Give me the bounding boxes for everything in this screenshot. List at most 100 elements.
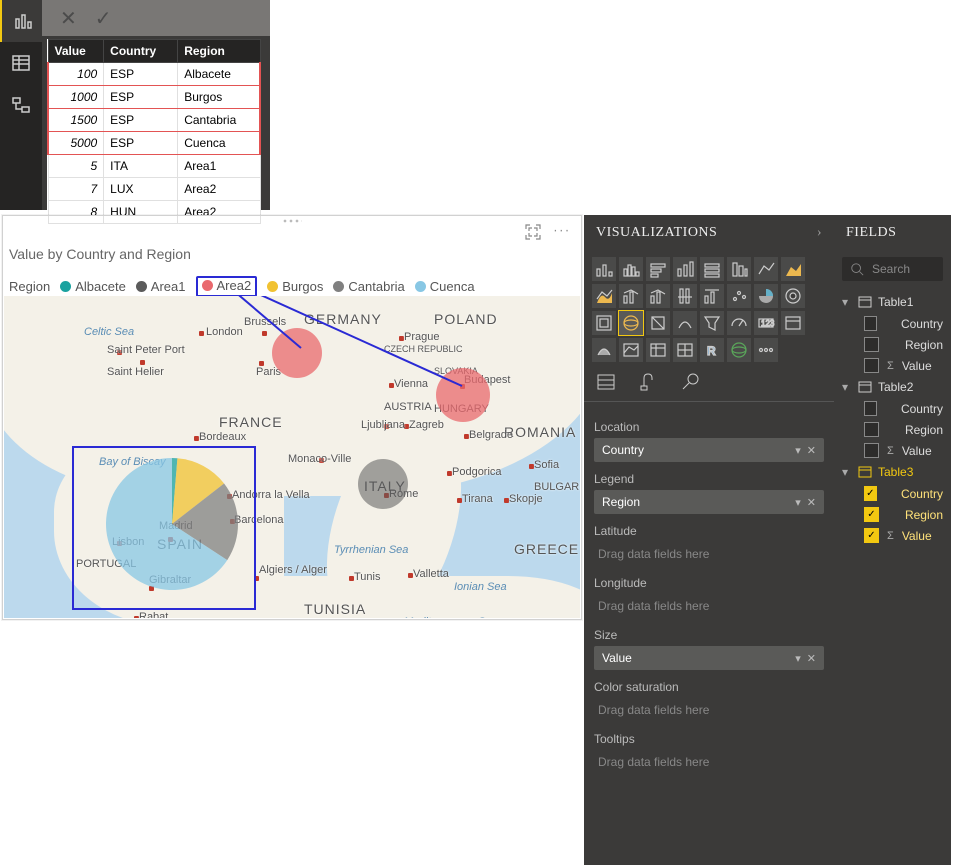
viz-type-chip[interactable] xyxy=(700,284,724,308)
focus-mode-icon[interactable] xyxy=(525,224,541,240)
field-item[interactable]: ✓Region xyxy=(838,504,947,525)
legend-key[interactable]: Area1 xyxy=(136,276,186,297)
table-row[interactable]: 7LUXArea2 xyxy=(48,178,260,201)
field-item[interactable]: ✓ΣValue xyxy=(838,525,947,546)
viz-type-chip[interactable] xyxy=(619,311,643,335)
bubble-lux[interactable] xyxy=(272,328,322,378)
viz-type-chip[interactable] xyxy=(700,311,724,335)
checkbox[interactable] xyxy=(864,316,877,331)
field-item[interactable]: Country xyxy=(838,313,947,334)
viz-type-chip[interactable] xyxy=(619,257,643,281)
remove-icon[interactable]: ✕ xyxy=(807,444,816,457)
fields-tab-icon[interactable] xyxy=(596,372,616,395)
map-visual[interactable]: ‧‧‧ Value by Country and Region Region A… xyxy=(2,215,582,620)
legend-key[interactable]: Albacete xyxy=(60,276,126,297)
viz-type-chip[interactable] xyxy=(592,257,616,281)
col-region[interactable]: Region xyxy=(178,40,260,63)
well-latitude[interactable]: Drag data fields here xyxy=(594,542,824,566)
remove-icon[interactable]: ✕ xyxy=(807,652,816,665)
field-item[interactable]: Region xyxy=(838,419,947,440)
viz-type-chip[interactable]: 123 xyxy=(754,311,778,335)
col-country[interactable]: Country xyxy=(104,40,178,63)
table-node[interactable]: ▾ Table1 xyxy=(838,291,947,313)
view-model-icon[interactable] xyxy=(0,84,42,126)
chevron-down-icon[interactable]: ▾ xyxy=(795,496,801,509)
viz-type-chip[interactable] xyxy=(673,311,697,335)
viz-type-chip[interactable] xyxy=(781,284,805,308)
viz-type-chip[interactable]: R xyxy=(700,338,724,362)
bubble-ita[interactable] xyxy=(358,459,408,509)
chevron-down-icon[interactable]: ▾ xyxy=(795,444,801,457)
map-canvas[interactable]: Celtic Sea Bay of Biscay Tyrrhenian Sea … xyxy=(4,296,580,618)
well-tooltips[interactable]: Drag data fields here xyxy=(594,750,824,774)
field-item[interactable]: Country xyxy=(838,398,947,419)
commit-icon[interactable]: ✓ xyxy=(95,6,112,31)
viz-type-chip[interactable] xyxy=(619,284,643,308)
checkbox[interactable] xyxy=(864,401,877,416)
analytics-tab-icon[interactable] xyxy=(680,372,700,395)
cancel-icon[interactable]: ✕ xyxy=(60,6,77,31)
viz-type-chip[interactable] xyxy=(646,338,670,362)
viz-type-chip[interactable] xyxy=(592,311,616,335)
view-report-icon[interactable] xyxy=(0,0,44,42)
visual-drag-handle[interactable] xyxy=(282,218,302,224)
viz-type-chip[interactable] xyxy=(592,284,616,308)
well-longitude[interactable]: Drag data fields here xyxy=(594,594,824,618)
field-item[interactable]: ΣValue xyxy=(838,355,947,376)
viz-type-chip[interactable] xyxy=(754,338,778,362)
legend-key[interactable]: Area2 xyxy=(196,276,258,297)
viz-type-chip[interactable] xyxy=(673,338,697,362)
chevron-right-icon[interactable]: › xyxy=(817,225,822,241)
format-tab-icon[interactable] xyxy=(638,372,658,395)
well-legend[interactable]: Region ▾✕ xyxy=(594,490,824,514)
viz-type-chip[interactable] xyxy=(646,257,670,281)
viz-type-chip[interactable] xyxy=(781,257,805,281)
viz-type-chip[interactable] xyxy=(619,338,643,362)
chevron-down-icon[interactable]: ▾ xyxy=(795,652,801,665)
fields-search[interactable]: Search xyxy=(842,257,943,281)
visualizations-header[interactable]: VISUALIZATIONS › xyxy=(584,215,834,251)
table-row[interactable]: 5000ESPCuenca xyxy=(48,132,260,155)
field-item[interactable]: ΣValue xyxy=(838,440,947,461)
viz-type-chip[interactable] xyxy=(727,311,751,335)
viz-type-chip[interactable] xyxy=(727,338,751,362)
well-colorsat[interactable]: Drag data fields here xyxy=(594,698,824,722)
checkbox[interactable]: ✓ xyxy=(864,507,879,522)
well-size[interactable]: Value ▾✕ xyxy=(594,646,824,670)
table-row[interactable]: 1000ESPBurgos xyxy=(48,86,260,109)
col-value[interactable]: Value xyxy=(48,40,104,63)
viz-type-chip[interactable] xyxy=(754,284,778,308)
viz-type-chip[interactable] xyxy=(754,257,778,281)
viz-type-chip[interactable] xyxy=(592,338,616,362)
viz-type-chip[interactable] xyxy=(727,257,751,281)
viz-type-chip[interactable] xyxy=(673,284,697,308)
visual-more-menu-icon[interactable]: ‧‧‧ xyxy=(554,224,571,238)
field-item[interactable]: Region xyxy=(838,334,947,355)
checkbox[interactable] xyxy=(864,337,879,352)
viz-type-chip[interactable] xyxy=(673,257,697,281)
fields-header[interactable]: FIELDS xyxy=(834,215,951,251)
table-row[interactable]: 5ITAArea1 xyxy=(48,155,260,178)
view-data-icon[interactable] xyxy=(0,42,42,84)
viz-type-chip[interactable] xyxy=(646,311,670,335)
table-row[interactable]: 1500ESPCantabria xyxy=(48,109,260,132)
viz-type-chip[interactable] xyxy=(700,257,724,281)
well-location[interactable]: Country ▾✕ xyxy=(594,438,824,462)
checkbox[interactable] xyxy=(864,443,879,458)
legend-key[interactable]: Burgos xyxy=(267,276,323,297)
field-item[interactable]: ✓Country xyxy=(838,483,947,504)
viz-type-chip[interactable] xyxy=(781,311,805,335)
viz-type-chip[interactable] xyxy=(646,284,670,308)
table-node[interactable]: ▾ Table2 xyxy=(838,376,947,398)
remove-icon[interactable]: ✕ xyxy=(807,496,816,509)
viz-type-chip[interactable] xyxy=(727,284,751,308)
bubble-hun[interactable] xyxy=(436,368,490,422)
checkbox[interactable]: ✓ xyxy=(864,486,877,501)
legend-key[interactable]: Cuenca xyxy=(415,276,475,297)
table-node[interactable]: ▾ Table3 xyxy=(838,461,947,483)
checkbox[interactable] xyxy=(864,422,879,437)
table-row[interactable]: 100ESPAlbacete xyxy=(48,63,260,86)
checkbox[interactable] xyxy=(864,358,879,373)
legend-key[interactable]: Cantabria xyxy=(333,276,404,297)
checkbox[interactable]: ✓ xyxy=(864,528,879,543)
